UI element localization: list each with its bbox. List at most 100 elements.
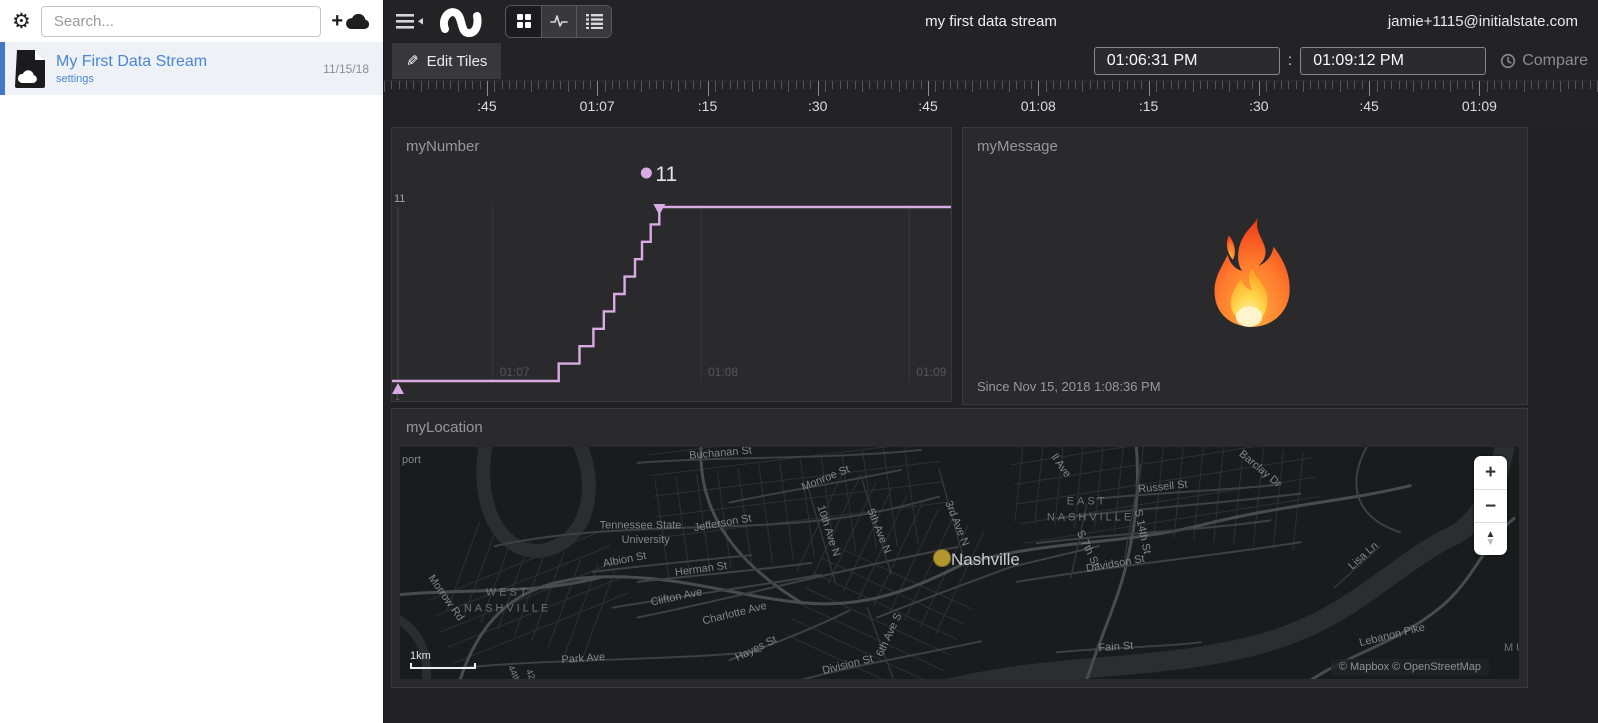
tile-mynumber[interactable]: 01:0701:0801:0911111 myNumber <box>391 127 952 402</box>
edit-tiles-button[interactable]: ✎ Edit Tiles <box>392 43 501 79</box>
sidebar-collapse-button[interactable] <box>396 13 423 30</box>
map-grid-street <box>780 462 794 560</box>
tile-mylocation[interactable]: myLocation portBuchanan StMonroe StTenne… <box>391 408 1528 688</box>
map-canvas[interactable]: portBuchanan StMonroe StTennessee StateU… <box>400 447 1519 679</box>
waves-view-button[interactable] <box>541 6 576 37</box>
ruler-tick <box>1384 81 1385 89</box>
end-time-input[interactable] <box>1300 47 1486 75</box>
chart-y-bottom-label: 1 <box>395 392 400 401</box>
waveform-icon <box>550 13 568 29</box>
ruler-tick <box>1163 81 1164 89</box>
ruler-tick <box>935 81 936 92</box>
tile-mymessage[interactable]: myMessage Since Nov 15, 2018 1 <box>962 127 1528 405</box>
ruler-tick <box>1457 81 1458 89</box>
ruler-tick <box>1296 81 1297 89</box>
ruler-tick-label: :45 <box>477 98 496 114</box>
timeline-ruler[interactable]: :4501:07:15:30:4501:08:15:30:4501:09 <box>384 80 1598 125</box>
ruler-tick <box>612 81 613 89</box>
ruler-tick <box>913 81 914 89</box>
account-email[interactable]: jamie+1115@initialstate.com <box>1388 13 1578 30</box>
map-street-label: 44th <box>506 664 522 679</box>
ruler-tick <box>1347 81 1348 89</box>
settings-gear-icon[interactable]: ⚙ <box>12 11 31 32</box>
map-street-label: Fain St <box>1098 640 1134 654</box>
ruler-tick <box>1053 81 1054 89</box>
ruler-tick <box>891 81 892 89</box>
ruler-tick <box>884 81 885 89</box>
since-timestamp: Since Nov 15, 2018 1:08:36 PM <box>977 379 1161 394</box>
map-street-label: 6th Ave S <box>874 611 905 658</box>
map-pitch-button[interactable]: ▲ ▼ <box>1474 522 1507 555</box>
ruler-tick <box>862 81 863 92</box>
ruler-tick <box>641 81 642 92</box>
start-time-input[interactable] <box>1094 47 1280 75</box>
ruler-tick-label: :30 <box>808 98 827 114</box>
ruler-tick <box>1112 81 1113 89</box>
ruler-tick <box>803 81 804 89</box>
lines-view-button[interactable] <box>576 6 611 37</box>
ruler-tick <box>1156 81 1157 92</box>
ruler-tick <box>840 81 841 89</box>
top-header: my first data stream jamie+1115@initials… <box>384 0 1598 42</box>
map-river <box>483 447 589 551</box>
stream-info: My First Data Stream settings <box>56 52 312 85</box>
stream-title: My First Data Stream <box>56 52 312 71</box>
plus-icon: + <box>331 11 343 31</box>
ruler-tick <box>443 81 444 89</box>
ruler-tick-label: :45 <box>1359 98 1378 114</box>
ruler-tick <box>421 81 422 92</box>
ruler-tick <box>671 81 672 89</box>
map-street-label: 5th Ave N <box>864 507 893 555</box>
map-grid-street <box>800 460 814 558</box>
map-city-label: Nashville <box>951 550 1020 569</box>
map-street-label: Lebanon Pike <box>1358 621 1426 649</box>
chart-current-value: 11 <box>655 163 677 186</box>
ruler-tick <box>700 81 701 89</box>
hamburger-arrow-icon <box>396 13 423 30</box>
ruler-tick <box>509 81 510 89</box>
mynumber-chart: 01:0701:0801:0911111 <box>392 128 951 401</box>
tiles-view-button[interactable] <box>506 6 541 37</box>
stream-settings-link[interactable]: settings <box>56 73 312 85</box>
ruler-tick <box>1185 81 1186 89</box>
ruler-tick <box>575 81 576 89</box>
ruler-tick <box>1310 81 1311 89</box>
ruler-tick <box>1259 81 1260 96</box>
sidebar-item-data-stream[interactable]: My First Data Stream settings 11/15/18 <box>0 42 383 95</box>
stream-date: 11/15/18 <box>323 62 369 76</box>
ruler-tick <box>1134 81 1135 89</box>
ruler-tick <box>1435 81 1436 89</box>
ruler-tick <box>810 81 811 89</box>
ruler-tick <box>1288 81 1289 89</box>
ruler-tick <box>1038 81 1039 96</box>
ruler-tick <box>1524 81 1525 92</box>
ruler-tick <box>1046 81 1047 92</box>
add-bucket-button[interactable]: + <box>331 11 371 31</box>
grid-icon <box>516 13 532 29</box>
map-zoom-out-button[interactable]: − <box>1474 489 1507 522</box>
ruler-tick <box>1428 81 1429 89</box>
map-grid-street <box>904 447 918 543</box>
ruler-tick <box>832 81 833 89</box>
ruler-tick <box>1127 81 1128 89</box>
map-street-label: Hayes St <box>733 634 778 664</box>
chart-x-label: 01:08 <box>708 365 738 379</box>
ruler-tick-label: :15 <box>698 98 717 114</box>
search-input[interactable] <box>41 6 321 37</box>
tile-title: myNumber <box>406 138 479 155</box>
initialstate-logo[interactable] <box>439 1 483 42</box>
ruler-tick-label: 01:08 <box>1021 98 1056 114</box>
chart-value-marker <box>653 204 665 215</box>
map-grid-street <box>653 461 940 496</box>
ruler-tick <box>855 81 856 89</box>
map-zoom-in-button[interactable]: + <box>1474 456 1507 489</box>
ruler-tick <box>487 81 488 96</box>
compare-button[interactable]: Compare <box>1500 52 1588 70</box>
clock-icon <box>1500 53 1516 69</box>
ruler-tick <box>1377 81 1378 92</box>
ruler-tick <box>1413 81 1414 92</box>
tiles-area: 01:0701:0801:0911111 myNumber myMessage <box>384 125 1598 723</box>
ruler-tick <box>1200 81 1201 89</box>
ruler-tick <box>1266 81 1267 92</box>
ruler-tick <box>597 81 598 96</box>
